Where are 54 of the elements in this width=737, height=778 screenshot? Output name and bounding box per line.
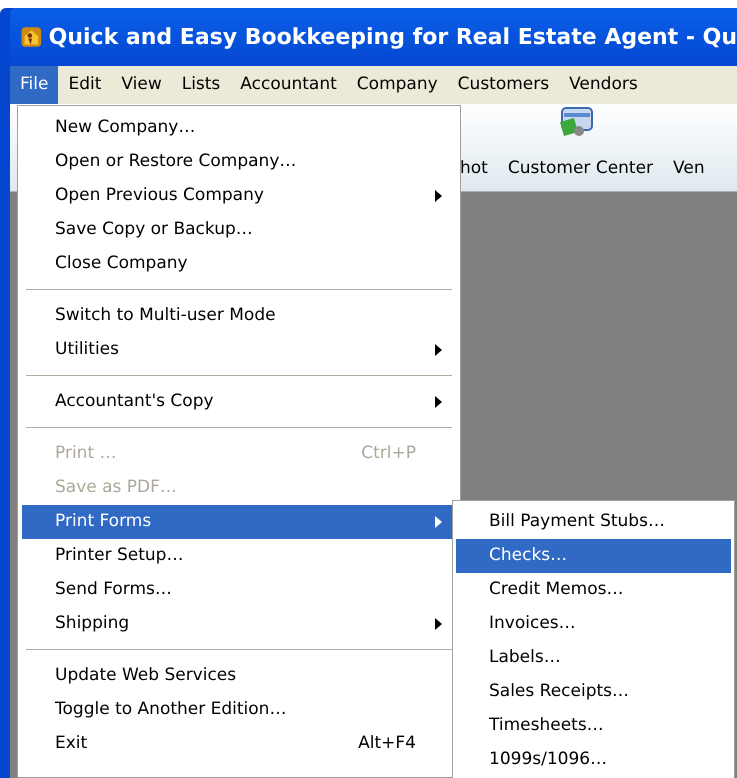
menu-entry-label: Open Previous Company (55, 184, 265, 208)
menu-item[interactable]: Accountant (230, 66, 347, 104)
menu-entry[interactable]: Send Forms… (22, 573, 456, 607)
submenu-entry[interactable]: Sales Receipts… (456, 675, 731, 709)
menu-item[interactable]: Customers (448, 66, 560, 104)
menu-entry[interactable]: Open or Restore Company… (22, 145, 456, 179)
menu-entry-label: New Company… (55, 116, 196, 140)
menu-entry-label: Open or Restore Company… (55, 150, 298, 174)
menu-entry-label: Exit (55, 732, 88, 756)
submenu-entry[interactable]: Bill Payment Stubs… (456, 505, 731, 539)
menu-item[interactable]: View (111, 66, 172, 104)
submenu-entry[interactable]: Invoices… (456, 607, 731, 641)
shortcut-label: Alt+F4 (358, 732, 416, 756)
submenu-entry[interactable]: Timesheets… (456, 709, 731, 743)
menu-entry[interactable]: Utilities (22, 333, 456, 367)
menu-entry[interactable]: Toggle to Another Edition… (22, 693, 456, 727)
toolbar-button[interactable]: Customer Center (508, 156, 654, 181)
menu-entry[interactable]: Exit Alt+F4 (22, 727, 456, 761)
toolbar-button[interactable]: Ven (673, 156, 705, 181)
menu-entry-label: Save as PDF… (55, 476, 178, 500)
menu-entry-label: Toggle to Another Edition… (55, 698, 288, 722)
menu-entry[interactable]: Save Copy or Backup… (22, 213, 456, 247)
menu-entry[interactable]: Close Company (22, 247, 456, 281)
card-money-icon (558, 106, 594, 138)
menu-entry-label: Switch to Multi-user Mode (55, 304, 277, 328)
menu-entry-label: Send Forms… (55, 578, 173, 602)
menu-item[interactable]: Edit (58, 66, 112, 104)
menu-entry[interactable]: Shipping (22, 607, 456, 641)
menu-entry[interactable]: New Company… (22, 111, 456, 145)
menu-entry-label: Close Company (55, 252, 189, 276)
shortcut-label: Ctrl+P (361, 442, 416, 466)
toolbar-button[interactable]: hot (460, 156, 488, 181)
menu-entry[interactable]: Printer Setup… (22, 539, 456, 573)
menu-entry[interactable]: Update Web Services (22, 659, 456, 693)
submenu-entry[interactable]: 1099s/1096… (456, 743, 731, 777)
menu-item[interactable]: File (10, 66, 58, 104)
menu-entry-label: Shipping (55, 612, 130, 636)
menu-entry-label: Accountant's Copy (55, 390, 215, 414)
menu-item[interactable]: Vendors (559, 66, 648, 104)
menu-item[interactable]: Company (346, 66, 448, 104)
menu-entry-label: Print Forms (55, 510, 152, 534)
menu-item[interactable]: Lists (172, 66, 230, 104)
menu-entry-label: Print … (55, 442, 118, 466)
menu-entry[interactable]: Open Previous Company (22, 179, 456, 213)
window-title: Quick and Easy Bookkeeping for Real Estate Agent - Qu (48, 24, 737, 52)
menu-entry-label: Update Web Services (55, 664, 238, 688)
submenu-entry[interactable]: Credit Memos… (456, 573, 731, 607)
submenu-entry[interactable]: Checks… (456, 539, 731, 573)
submenu-entry[interactable]: Labels… (456, 641, 731, 675)
menu-entry-label: Save Copy or Backup… (55, 218, 254, 242)
menu-entry-label: Printer Setup… (55, 544, 184, 568)
menu-entry[interactable]: Accountant's Copy (22, 385, 456, 419)
menu-entry[interactable]: Switch to Multi-user Mode (22, 299, 456, 333)
menu-entry-label: Utilities (55, 338, 120, 362)
